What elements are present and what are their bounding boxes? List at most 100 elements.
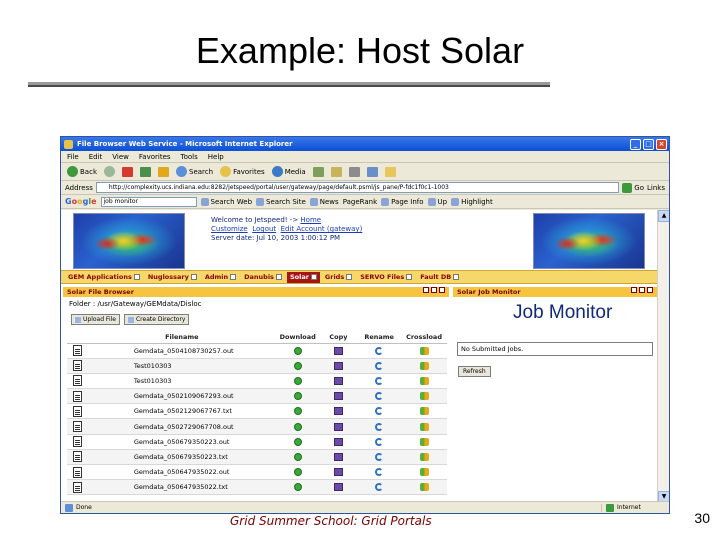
history-button[interactable] (311, 165, 326, 179)
edit-icon[interactable] (133, 274, 140, 280)
address-input[interactable]: http://complexity.ucs.indiana.edu:8282/j… (95, 182, 620, 193)
search-web-button[interactable]: Search Web (200, 197, 252, 206)
google-search-input[interactable]: job monitor (100, 196, 197, 207)
crossload-icon[interactable] (419, 376, 429, 385)
download-icon[interactable] (293, 468, 302, 477)
customize-link[interactable]: Customize (211, 225, 248, 233)
back-button[interactable]: Back (65, 165, 99, 179)
rename-icon[interactable] (375, 483, 384, 492)
edit-icon[interactable] (346, 274, 353, 280)
crossload-icon[interactable] (419, 392, 429, 401)
crossload-icon[interactable] (419, 437, 429, 446)
file-name[interactable]: Gemdata_050647935022.out (87, 464, 276, 481)
edit-icon[interactable] (453, 274, 460, 280)
create-directory-button[interactable]: Create Directory (123, 314, 190, 325)
logout-link[interactable]: Logout (252, 225, 276, 233)
menu-file[interactable]: File (67, 153, 79, 161)
edit-icon[interactable] (406, 274, 413, 280)
forward-button[interactable] (102, 165, 117, 179)
search-site-button[interactable]: Search Site (256, 197, 306, 206)
crossload-icon[interactable] (419, 361, 429, 370)
go-button[interactable]: Go (622, 182, 644, 193)
minimize-panel-icon[interactable] (631, 287, 637, 293)
maximize-panel-icon[interactable] (639, 287, 645, 293)
download-icon[interactable] (293, 422, 302, 431)
crossload-icon[interactable] (419, 468, 429, 477)
download-icon[interactable] (293, 407, 302, 416)
job-refresh-button[interactable]: Refresh (458, 366, 491, 377)
up-button[interactable]: Up (427, 197, 447, 206)
news-button[interactable]: News (309, 197, 339, 206)
folder-button[interactable] (383, 165, 398, 179)
copy-icon[interactable] (333, 468, 343, 477)
rename-icon[interactable] (375, 422, 384, 431)
home-link[interactable]: Home (300, 216, 321, 224)
copy-icon[interactable] (333, 483, 343, 492)
download-icon[interactable] (293, 437, 302, 446)
links-button[interactable]: Links (647, 184, 669, 192)
tab-grids[interactable]: Grids (322, 272, 355, 283)
upload-file-button[interactable]: Upload File (71, 314, 120, 325)
copy-icon[interactable] (333, 422, 343, 431)
close-icon[interactable]: × (656, 138, 667, 150)
menu-tools[interactable]: Tools (181, 153, 198, 161)
tab-nuglossary[interactable]: Nuglossary (145, 272, 200, 283)
window-titlebar[interactable]: File Browser Web Service - Microsoft Int… (61, 137, 669, 151)
file-name[interactable]: Gemdata_0502109067293.out (87, 388, 276, 405)
mail-button[interactable] (329, 165, 344, 179)
print-button[interactable] (347, 165, 362, 179)
search-button[interactable]: Search (174, 165, 215, 179)
download-icon[interactable] (293, 376, 302, 385)
file-name[interactable]: Test010303 (87, 373, 276, 390)
minimize-panel-icon[interactable] (423, 287, 429, 293)
file-name[interactable]: Gemdata_050679350223.txt (87, 449, 276, 466)
crossload-icon[interactable] (419, 407, 429, 416)
tab-servo-files[interactable]: SERVO Files (357, 272, 415, 283)
menu-view[interactable]: View (112, 153, 129, 161)
close-panel-icon[interactable] (439, 287, 445, 293)
tab-solar[interactable]: Solar (286, 271, 320, 283)
menu-favorites[interactable]: Favorites (139, 153, 171, 161)
maximize-icon[interactable]: □ (643, 138, 654, 150)
file-name[interactable]: Gemdata_0504108730257.out (87, 343, 276, 359)
tab-admin[interactable]: Admin (202, 272, 239, 283)
media-button[interactable]: Media (270, 165, 308, 179)
copy-icon[interactable] (333, 346, 343, 355)
download-icon[interactable] (293, 346, 302, 355)
edit-icon[interactable] (190, 274, 197, 280)
file-name[interactable]: Gemdata_050647935022.txt (87, 479, 276, 496)
copy-icon[interactable] (333, 361, 343, 370)
copy-icon[interactable] (333, 392, 343, 401)
refresh-browser-button[interactable] (138, 165, 153, 179)
rename-icon[interactable] (375, 452, 384, 461)
copy-icon[interactable] (333, 407, 343, 416)
rename-icon[interactable] (375, 392, 384, 401)
download-icon[interactable] (293, 392, 302, 401)
page-info-button[interactable]: Page Info (381, 197, 424, 206)
crossload-icon[interactable] (419, 452, 429, 461)
home-button[interactable] (156, 165, 171, 179)
rename-icon[interactable] (375, 437, 384, 446)
copy-icon[interactable] (333, 376, 343, 385)
maximize-panel-icon[interactable] (431, 287, 437, 293)
file-name[interactable]: Gemdata_0502729067708.out (87, 418, 276, 435)
file-name[interactable]: Test010303 (87, 358, 276, 374)
crossload-icon[interactable] (419, 483, 429, 492)
stop-button[interactable] (120, 165, 135, 179)
minimize-icon[interactable]: _ (630, 138, 641, 150)
favorites-button[interactable]: Favorites (218, 165, 267, 179)
download-icon[interactable] (293, 452, 302, 461)
tab-danubis[interactable]: Danubis (241, 272, 285, 283)
edit-icon[interactable] (230, 274, 237, 280)
rename-icon[interactable] (375, 346, 384, 355)
download-icon[interactable] (293, 483, 302, 492)
menu-help[interactable]: Help (208, 153, 224, 161)
scroll-up-icon[interactable]: ▲ (658, 210, 669, 222)
tab-fault-db[interactable]: Fault DB (417, 272, 462, 283)
file-name[interactable]: Gemdata_0502129067767.txt (87, 403, 276, 420)
rename-icon[interactable] (375, 376, 384, 385)
copy-icon[interactable] (333, 437, 343, 446)
crossload-icon[interactable] (419, 346, 429, 355)
edit-icon[interactable] (275, 274, 282, 280)
file-name[interactable]: Gemdata_050679350223.out (87, 434, 276, 450)
